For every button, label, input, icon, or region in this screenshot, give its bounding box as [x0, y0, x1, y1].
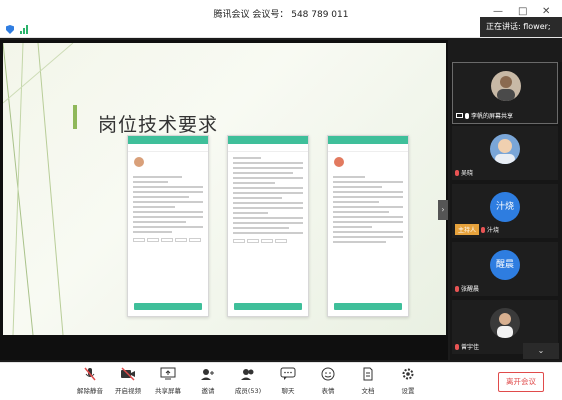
speaking-indicator: 正在讲话: flower;	[480, 17, 562, 37]
mic-icon	[465, 112, 469, 119]
participant-name: 曾宇佳	[461, 344, 480, 351]
meeting-toolbar: 解除静音 开启视频 共享屏幕 邀请 成员(53) 聊天 表情 文档 设置 离开会…	[0, 362, 562, 400]
share-screen-button[interactable]: 共享屏幕	[148, 367, 188, 395]
avatar	[490, 308, 520, 338]
mic-muted-icon	[84, 367, 96, 381]
document-icon	[363, 367, 373, 381]
mic-muted-icon	[455, 169, 459, 176]
leave-meeting-button[interactable]: 离开会议	[498, 372, 544, 392]
screen-share-icon	[456, 113, 463, 118]
participant-tile[interactable]: 李帆的屏幕共享	[452, 62, 558, 124]
members-icon	[241, 369, 254, 380]
collapse-panel-arrow-icon[interactable]: ›	[438, 200, 448, 220]
camera-off-icon	[121, 367, 135, 381]
chat-icon	[280, 367, 296, 380]
invite-button[interactable]: 邀请	[188, 367, 228, 395]
docs-button[interactable]: 文档	[348, 367, 388, 395]
members-button[interactable]: 成员(53)	[228, 367, 268, 395]
mic-muted-icon	[481, 226, 486, 233]
emoji-icon	[321, 367, 335, 381]
avatar	[490, 134, 520, 164]
job-post-card-1	[127, 135, 209, 317]
avatar: 汁烧	[490, 192, 520, 222]
mic-muted-icon	[455, 343, 459, 350]
chevron-down-icon[interactable]: ⌄	[523, 343, 559, 359]
mute-button[interactable]: 解除静音	[70, 367, 110, 395]
participant-tile[interactable]: 汁烧 主持人 汁烧	[452, 184, 558, 238]
job-post-card-2	[227, 135, 309, 317]
security-shield-icon[interactable]	[6, 25, 14, 34]
share-screen-icon	[160, 367, 176, 380]
job-post-card-3	[327, 135, 409, 317]
participant-tile[interactable]: 醒晨 张醒晨	[452, 242, 558, 296]
maximize-icon[interactable]: □	[518, 6, 527, 17]
presentation-slide: 岗位技术要求	[3, 43, 446, 335]
participant-name: 汁烧	[487, 227, 500, 234]
participant-name: 张醒晨	[461, 286, 480, 293]
close-icon[interactable]: ✕	[542, 6, 550, 17]
mic-muted-icon	[455, 285, 459, 292]
title-bar: 腾讯会议 会议号： 548 789 011 — □ ✕	[0, 0, 562, 38]
minimize-icon[interactable]: —	[493, 6, 503, 17]
participant-name: 吴晓	[461, 170, 474, 177]
video-button[interactable]: 开启视频	[108, 367, 148, 395]
chat-button[interactable]: 聊天	[268, 367, 308, 395]
settings-button[interactable]: 设置	[388, 367, 428, 395]
participant-name: 李帆的屏幕共享	[471, 113, 514, 120]
host-badge: 主持人	[455, 224, 480, 235]
participant-video-panel: 李帆的屏幕共享 吴晓 汁烧 主持人 汁烧 醒晨 张醒晨 曾宇佳	[450, 62, 562, 360]
window-title: 腾讯会议 会议号： 548 789 011	[213, 10, 349, 20]
gear-icon	[402, 368, 414, 380]
add-user-icon	[201, 369, 214, 380]
reaction-button[interactable]: 表情	[308, 367, 348, 395]
avatar: 醒晨	[490, 250, 520, 280]
slide-title: 岗位技术要求	[98, 114, 219, 136]
network-signal-icon[interactable]	[20, 25, 28, 34]
participant-tile[interactable]: 吴晓	[452, 126, 558, 180]
avatar	[491, 71, 521, 101]
